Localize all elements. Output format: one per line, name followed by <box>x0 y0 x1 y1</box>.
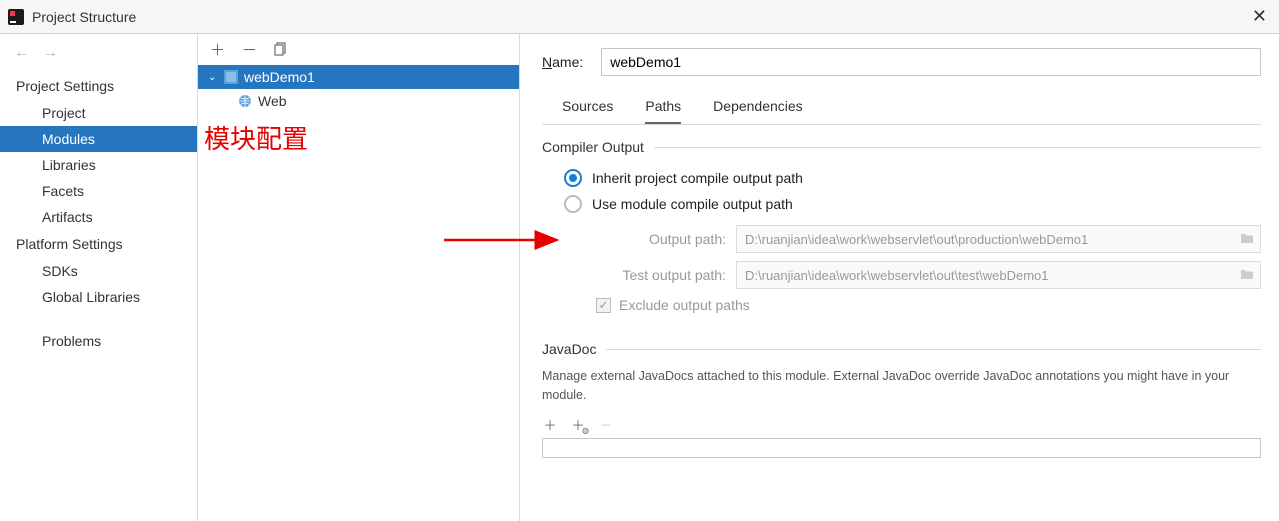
sidebar-item-problems[interactable]: Problems <box>0 328 197 354</box>
radio-module-output[interactable]: Use module compile output path <box>542 191 1261 217</box>
test-output-path-label: Test output path: <box>596 267 726 283</box>
radio-label: Inherit project compile output path <box>592 170 803 186</box>
copy-module-button[interactable] <box>274 42 288 59</box>
remove-javadoc-button[interactable]: － <box>598 415 614 434</box>
window-title: Project Structure <box>32 9 136 25</box>
javadoc-description: Manage external JavaDocs attached to thi… <box>542 367 1261 405</box>
compiler-output-header: Compiler Output <box>542 139 644 155</box>
output-path-label: Output path: <box>596 231 726 247</box>
name-label: Name: <box>542 54 583 70</box>
radio-inherit-output[interactable]: Inherit project compile output path <box>542 165 1261 191</box>
section-header-platform-settings: Platform Settings <box>0 230 197 258</box>
exclude-output-checkbox: Exclude output paths <box>596 297 1261 313</box>
module-icon <box>224 70 238 84</box>
output-path-input <box>737 232 1234 247</box>
sidebar-item-facets[interactable]: Facets <box>0 178 197 204</box>
add-javadoc-url-button[interactable]: ＋◍ <box>570 415 586 434</box>
tab-paths[interactable]: Paths <box>645 92 681 124</box>
chevron-down-icon: ⌄ <box>208 72 218 83</box>
browse-folder-icon <box>1234 268 1260 283</box>
tree-item-web[interactable]: Web <box>198 89 519 113</box>
tree-item-webdemo1[interactable]: ⌄ webDemo1 <box>198 65 519 89</box>
section-header-project-settings: Project Settings <box>0 72 197 100</box>
tree-item-label: webDemo1 <box>244 69 315 85</box>
settings-sidebar: ← → Project Settings Project Modules Lib… <box>0 34 198 521</box>
tree-item-label: Web <box>258 93 287 109</box>
tab-sources[interactable]: Sources <box>562 92 613 124</box>
back-button[interactable]: ← <box>14 44 30 62</box>
remove-module-button[interactable]: － <box>242 43 256 58</box>
forward-button[interactable]: → <box>42 44 58 62</box>
add-module-button[interactable]: ＋ <box>210 43 224 58</box>
divider <box>654 147 1261 148</box>
sidebar-item-sdks[interactable]: SDKs <box>0 258 197 284</box>
sidebar-item-modules[interactable]: Modules <box>0 126 197 152</box>
titlebar: Project Structure ✕ <box>0 0 1279 34</box>
sidebar-item-artifacts[interactable]: Artifacts <box>0 204 197 230</box>
module-tabs: Sources Paths Dependencies <box>542 92 1261 125</box>
divider <box>606 349 1261 350</box>
checkbox-label: Exclude output paths <box>619 297 750 313</box>
sidebar-item-libraries[interactable]: Libraries <box>0 152 197 178</box>
browse-folder-icon <box>1234 232 1260 247</box>
sidebar-item-global-libraries[interactable]: Global Libraries <box>0 284 197 310</box>
module-detail-panel: Name: Sources Paths Dependencies Compile… <box>520 34 1279 521</box>
add-javadoc-button[interactable]: ＋ <box>542 415 558 434</box>
radio-label: Use module compile output path <box>592 196 793 212</box>
annotation-text: 模块配置 <box>198 113 519 156</box>
close-button[interactable]: ✕ <box>1248 6 1271 27</box>
tab-dependencies[interactable]: Dependencies <box>713 92 803 124</box>
radio-icon <box>564 169 582 187</box>
module-tree-panel: ＋ － ⌄ webDemo1 Web 模块配置 <box>198 34 520 521</box>
intellij-icon <box>8 9 24 25</box>
web-facet-icon <box>238 94 252 108</box>
radio-icon <box>564 195 582 213</box>
test-output-path-input <box>737 268 1234 283</box>
module-name-input[interactable] <box>601 48 1261 76</box>
sidebar-item-project[interactable]: Project <box>0 100 197 126</box>
checkbox-icon <box>596 298 611 313</box>
javadoc-list[interactable] <box>542 438 1261 458</box>
javadoc-header: JavaDoc <box>542 341 596 357</box>
